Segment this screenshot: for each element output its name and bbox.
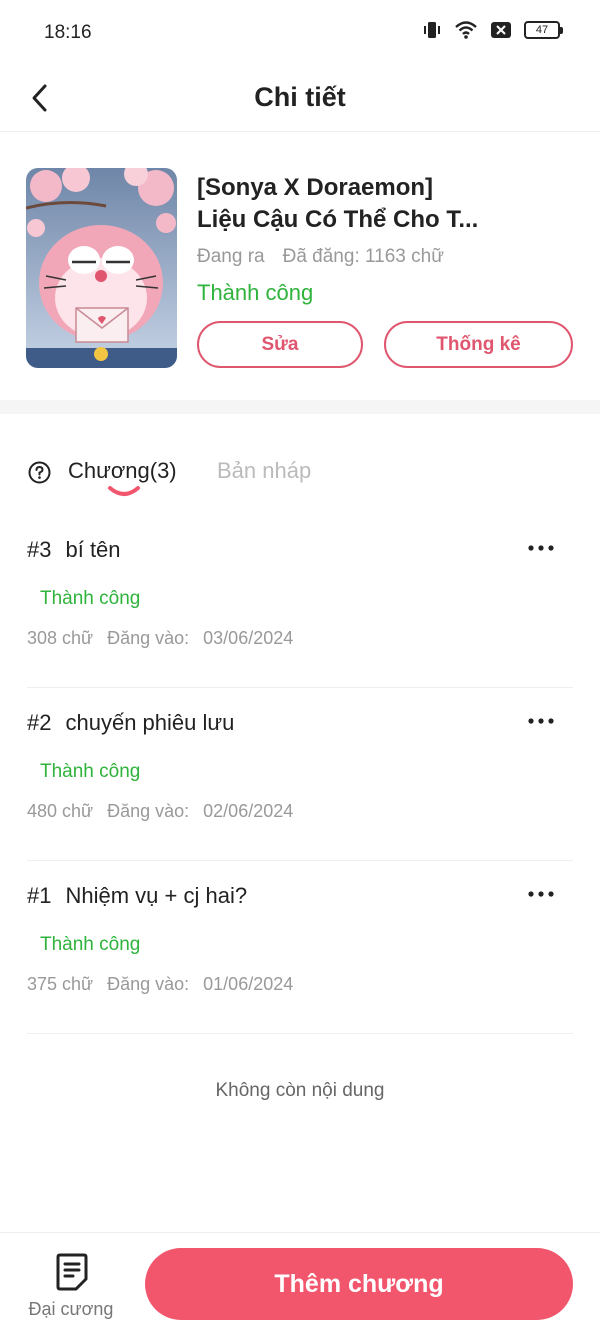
chapter-status: Thành công <box>40 934 141 955</box>
book-cover-image[interactable] <box>26 168 177 368</box>
chapter-word-count: 480 chữ <box>27 801 94 821</box>
chapter-list: #3 bí tên Thành công 308 chữ Đăng vào: 03/0… <box>0 515 600 1034</box>
chapter-name: Nhiệm vụ + cj hai? <box>65 883 248 908</box>
book-title-line2: Liệu Cậu Có Thể Cho T... <box>197 206 479 233</box>
chapter-number: #2 <box>27 710 52 735</box>
stats-button[interactable]: Thống kê <box>384 321 573 368</box>
more-options-button[interactable] <box>523 706 559 736</box>
chapter-item[interactable]: #1 Nhiệm vụ + cj hai? Thành công 375 chữ Đ… <box>27 861 573 1034</box>
vibrate-icon <box>424 22 440 38</box>
more-options-button[interactable] <box>523 879 559 909</box>
cover-illustration <box>26 168 177 368</box>
page-title: Chi tiết <box>254 82 346 112</box>
chapter-word-count: 375 chữ <box>27 974 94 994</box>
book-state: Đang ra <box>197 246 265 267</box>
chapter-meta: 308 chữ Đăng vào: 03/06/2024 <box>27 628 293 649</box>
add-chapter-button[interactable]: Thêm chương <box>145 1248 573 1320</box>
document-list-icon <box>56 1253 88 1291</box>
tab-drafts[interactable]: Bản nháp <box>217 458 311 484</box>
chapter-tabs: Chương(3) Bản nháp <box>0 448 600 508</box>
edit-button[interactable]: Sửa <box>197 321 363 368</box>
wifi-icon <box>455 21 477 39</box>
bottom-bar: Đại cương Thêm chương <box>0 1232 600 1333</box>
chapter-word-count: 308 chữ <box>27 628 94 648</box>
book-meta: Đang ra Đã đăng: 1163 chữ <box>197 246 444 268</box>
more-horizontal-icon <box>528 545 554 551</box>
section-divider <box>0 400 600 414</box>
chapter-number: #1 <box>27 883 52 908</box>
book-title: [Sonya X Doraemon] Liệu Cậu Có Thể Cho T… <box>197 172 577 236</box>
chapter-status: Thành công <box>40 761 141 782</box>
outline-label: Đại cương <box>28 1299 114 1319</box>
status-icons: 47 <box>422 20 563 40</box>
chapter-name: chuyến phiêu lưu <box>65 710 235 735</box>
chapter-date: 01/06/2024 <box>203 974 294 994</box>
battery-icon: 47 <box>524 21 563 39</box>
nav-bar: Chi tiết <box>0 66 600 132</box>
more-horizontal-icon <box>528 891 554 897</box>
tab-chapters[interactable]: Chương(3) <box>68 458 177 484</box>
book-word-count: Đã đăng: 1163 chữ <box>282 246 444 267</box>
battery-level: 47 <box>535 24 549 36</box>
chapter-posted-label: Đăng vào: <box>107 628 190 648</box>
chapter-posted-label: Đăng vào: <box>107 801 190 821</box>
book-title-line1: [Sonya X Doraemon] <box>197 174 434 201</box>
question-circle-icon[interactable] <box>28 461 51 484</box>
chapter-number: #3 <box>27 537 52 562</box>
chapter-title: #3 bí tên <box>27 537 121 563</box>
tab-active-indicator <box>108 486 140 496</box>
book-status: Thành công <box>197 280 314 305</box>
chapter-date: 02/06/2024 <box>203 801 294 821</box>
chapter-posted-label: Đăng vào: <box>107 974 190 994</box>
status-time: 18:16 <box>44 22 92 43</box>
chapter-item[interactable]: #2 chuyến phiêu lưu Thành công 480 chữ Đăn… <box>27 688 573 861</box>
chapter-item[interactable]: #3 bí tên Thành công 308 chữ Đăng vào: 03/0… <box>27 515 573 688</box>
more-horizontal-icon <box>528 718 554 724</box>
sim-blocked-icon <box>491 22 511 38</box>
chapter-name: bí tên <box>65 537 121 562</box>
chapter-meta: 480 chữ Đăng vào: 02/06/2024 <box>27 801 293 822</box>
status-bar: 18:16 47 <box>0 0 600 66</box>
end-of-list-note: Không còn nội dung <box>215 1080 385 1101</box>
chapter-status: Thành công <box>40 588 141 609</box>
outline-button[interactable]: Đại cương <box>18 1249 124 1319</box>
chapter-title: #1 Nhiệm vụ + cj hai? <box>27 883 247 909</box>
more-options-button[interactable] <box>523 533 559 563</box>
chapter-date: 03/06/2024 <box>203 628 294 648</box>
chapter-title: #2 chuyến phiêu lưu <box>27 710 234 736</box>
book-info: [Sonya X Doraemon] Liệu Cậu Có Thể Cho T… <box>0 132 600 400</box>
chapter-meta: 375 chữ Đăng vào: 01/06/2024 <box>27 974 293 995</box>
